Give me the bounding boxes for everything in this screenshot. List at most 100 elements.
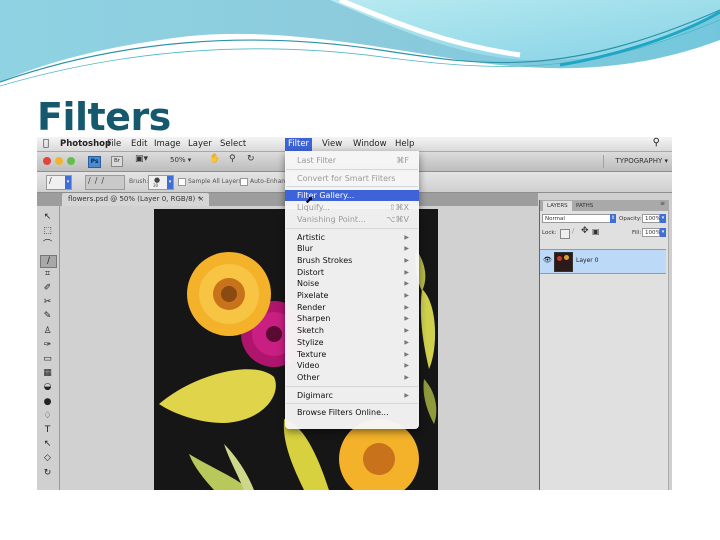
brush-tool-icon[interactable]: ✎	[40, 311, 55, 322]
filter-menu-item-stylize[interactable]: Stylize ▶	[285, 337, 419, 348]
menu-item-label: Last Filter	[297, 156, 337, 165]
opacity-field[interactable]: 100%	[642, 214, 661, 223]
lock-image-pixels-icon[interactable]: ∕	[572, 227, 574, 235]
menu-filter[interactable]: Filter	[285, 138, 313, 151]
tab-layers[interactable]: LAYERS	[543, 201, 572, 211]
close-document-icon[interactable]: ×	[198, 193, 204, 206]
lock-all-icon[interactable]: ▣	[592, 227, 600, 236]
menu-item-label: Artistic	[297, 232, 326, 242]
gradient-tool-icon[interactable]: ▦	[40, 368, 55, 379]
menu-item-shortcut: ⌘F	[396, 156, 409, 165]
blend-mode-arrow-icon[interactable]: ⇕	[610, 214, 616, 223]
menu-file[interactable]: File	[104, 138, 124, 151]
lasso-tool-icon[interactable]: ⌒	[40, 240, 55, 251]
3d-rotate-tool-icon[interactable]: ↻	[40, 468, 55, 479]
filter-menu-item-pixelate[interactable]: Pixelate ▶	[285, 290, 419, 301]
type-tool-icon[interactable]: T	[40, 425, 55, 436]
eraser-tool-icon[interactable]: ▭	[40, 354, 55, 365]
visibility-eye-icon[interactable]: 👁	[543, 256, 552, 264]
filter-menu-item-artistic[interactable]: Artistic ▶	[285, 232, 419, 243]
sample-all-layers-checkbox[interactable]	[178, 178, 186, 186]
menu-item-label: Convert for Smart Filters	[297, 173, 396, 183]
menu-help[interactable]: Help	[392, 138, 417, 151]
menu-image[interactable]: Image	[151, 138, 184, 151]
tool-preset-picker[interactable]: ∕ ▾	[46, 175, 72, 190]
panel-menu-icon[interactable]: ≡	[660, 200, 665, 207]
quick-selection-tool-icon[interactable]: ∕	[40, 254, 57, 268]
lock-position-icon[interactable]: ✥	[581, 226, 589, 236]
orange-flower-top	[187, 252, 271, 336]
submenu-arrow-icon: ▶	[404, 391, 409, 399]
dodge-tool-icon[interactable]: ●	[40, 397, 55, 408]
filter-menu: Last Filter ⌘F Convert for Smart Filters Fi…	[285, 151, 419, 429]
menu-item-label: Digimarc	[297, 390, 333, 400]
crop-tool-icon[interactable]: ⌗	[40, 269, 55, 280]
zoom-window-button[interactable]	[67, 157, 75, 165]
history-brush-tool-icon[interactable]: ✑	[40, 340, 55, 351]
zoom-tool-icon[interactable]: ⚲	[229, 154, 236, 164]
move-tool-icon[interactable]: ↖	[40, 212, 55, 223]
filter-menu-item-texture[interactable]: Texture ▶	[285, 349, 419, 360]
zoom-level-dropdown[interactable]: 50% ▾	[170, 156, 191, 164]
mouse-cursor-icon: ⬈	[305, 195, 314, 206]
spotlight-search-icon[interactable]: ⚲	[653, 137, 660, 148]
submenu-arrow-icon: ▶	[404, 268, 409, 276]
eyedropper-tool-icon[interactable]: ✐	[40, 283, 55, 294]
filter-menu-item-distort[interactable]: Distort ▶	[285, 267, 419, 278]
menu-item-label: Video	[297, 361, 320, 371]
filter-menu-item-last-filter[interactable]: Last Filter ⌘F	[285, 155, 419, 166]
shape-tool-icon[interactable]: ◇	[40, 453, 55, 464]
menu-select[interactable]: Select	[217, 138, 249, 151]
blur-tool-icon[interactable]: ◒	[40, 382, 55, 393]
menu-separator	[286, 186, 418, 188]
lock-transparent-pixels-icon[interactable]	[560, 229, 570, 239]
tab-paths[interactable]: PATHS	[572, 201, 597, 211]
fill-dropdown-icon[interactable]: ▾	[660, 228, 666, 237]
filter-menu-item-browse-filters-online[interactable]: Browse Filters Online...	[285, 407, 419, 418]
menu-item-label: Stylize	[297, 337, 324, 347]
brush-picker[interactable]: ● 30 ▾	[148, 175, 174, 190]
filter-menu-item-brush-strokes[interactable]: Brush Strokes ▶	[285, 255, 419, 266]
filter-menu-item-sharpen[interactable]: Sharpen ▶	[285, 313, 419, 324]
menu-edit[interactable]: Edit	[128, 138, 150, 151]
minimize-window-button[interactable]	[55, 157, 63, 165]
filter-menu-item-other[interactable]: Other ▶	[285, 372, 419, 383]
filter-menu-item-digimarc[interactable]: Digimarc ▶	[285, 390, 419, 401]
marquee-tool-icon[interactable]: ⬚	[40, 226, 55, 237]
ps-logo: Ps	[88, 156, 101, 168]
view-extras-icon[interactable]: ▣▾	[135, 154, 148, 164]
layers-panel-tabs: LAYERS PATHS ≡	[540, 200, 668, 211]
clone-stamp-tool-icon[interactable]: ♙	[40, 326, 55, 337]
opacity-dropdown-icon[interactable]: ▾	[660, 214, 666, 223]
blend-mode-select[interactable]: Normal	[542, 214, 616, 223]
brush-size: 30	[153, 183, 159, 188]
pen-tool-icon[interactable]: ♢	[40, 411, 55, 422]
filter-menu-item-blur[interactable]: Blur ▶	[285, 243, 419, 254]
auto-enhance-checkbox[interactable]	[240, 178, 248, 186]
filter-menu-item-vanishing-point[interactable]: Vanishing Point... ⌥⌘V	[285, 214, 419, 225]
document-tab[interactable]: flowers.psd @ 50% (Layer 0, RGB/8) * ×	[62, 193, 209, 206]
filter-menu-item-convert-for-smart-filters[interactable]: Convert for Smart Filters	[285, 173, 419, 184]
filter-menu-item-render[interactable]: Render ▶	[285, 302, 419, 313]
menu-layer[interactable]: Layer	[185, 138, 215, 151]
filter-menu-item-sketch[interactable]: Sketch ▶	[285, 325, 419, 336]
selection-mode-buttons[interactable]: ∕∕∕	[85, 175, 125, 190]
healing-brush-tool-icon[interactable]: ✂	[40, 297, 55, 308]
hand-tool-icon[interactable]: ✋	[209, 154, 220, 164]
fill-field[interactable]: 100%	[642, 228, 661, 237]
filter-menu-item-noise[interactable]: Noise ▶	[285, 278, 419, 289]
sample-all-layers-label: Sample All Layers	[188, 178, 242, 185]
rotate-view-icon[interactable]: ↻	[247, 154, 255, 164]
layer-row[interactable]: 👁 Layer 0	[540, 249, 666, 274]
workspace-switcher[interactable]: TYPOGRAPHY ▾	[603, 155, 670, 168]
submenu-arrow-icon: ▶	[404, 338, 409, 346]
submenu-arrow-icon: ▶	[404, 233, 409, 241]
menu-item-label: Render	[297, 302, 326, 312]
menu-window[interactable]: Window	[350, 138, 390, 151]
apple-menu-icon[interactable]: 	[43, 138, 49, 149]
launch-bridge-button[interactable]: Br	[111, 156, 123, 167]
menu-view[interactable]: View	[319, 138, 345, 151]
close-window-button[interactable]	[43, 157, 51, 165]
path-selection-tool-icon[interactable]: ↖	[40, 439, 55, 450]
filter-menu-item-video[interactable]: Video ▶	[285, 360, 419, 371]
